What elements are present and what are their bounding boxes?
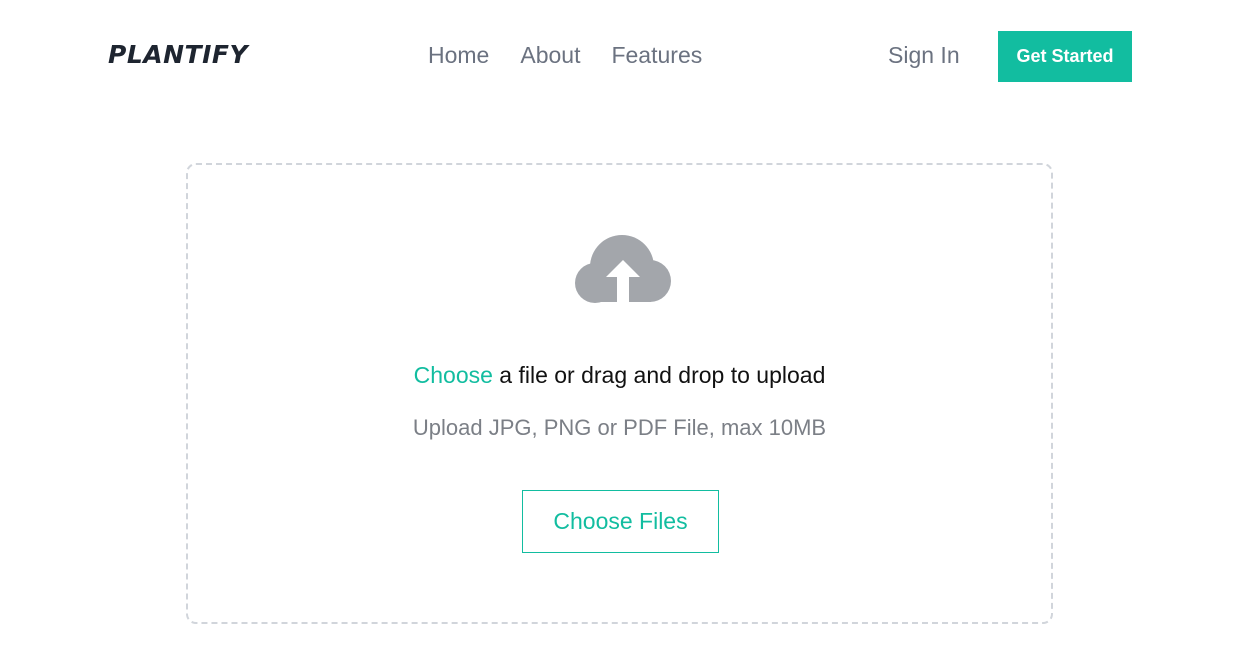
sign-in-link[interactable]: Sign In — [888, 40, 960, 70]
nav-about-link[interactable]: About — [520, 40, 580, 70]
logo[interactable]: PLANTIFY — [108, 38, 248, 72]
choose-files-button[interactable]: Choose Files — [522, 490, 719, 553]
nav-home-link[interactable]: Home — [428, 40, 489, 70]
upload-headline: Choose a file or drag and drop to upload — [188, 360, 1051, 390]
upload-headline-text: a file or drag and drop to upload — [492, 362, 826, 388]
upload-hint: Upload JPG, PNG or PDF File, max 10MB — [412, 415, 827, 440]
page: PLANTIFY Home About Features Sign In Get… — [0, 0, 1240, 664]
cloud-upload-icon — [575, 235, 671, 303]
get-started-button[interactable]: Get Started — [998, 31, 1132, 82]
main-nav: Home About Features — [428, 40, 702, 70]
nav-features-link[interactable]: Features — [611, 40, 702, 70]
file-dropzone[interactable]: Choose a file or drag and drop to upload… — [186, 163, 1053, 624]
choose-file-link[interactable]: Choose — [414, 362, 493, 388]
